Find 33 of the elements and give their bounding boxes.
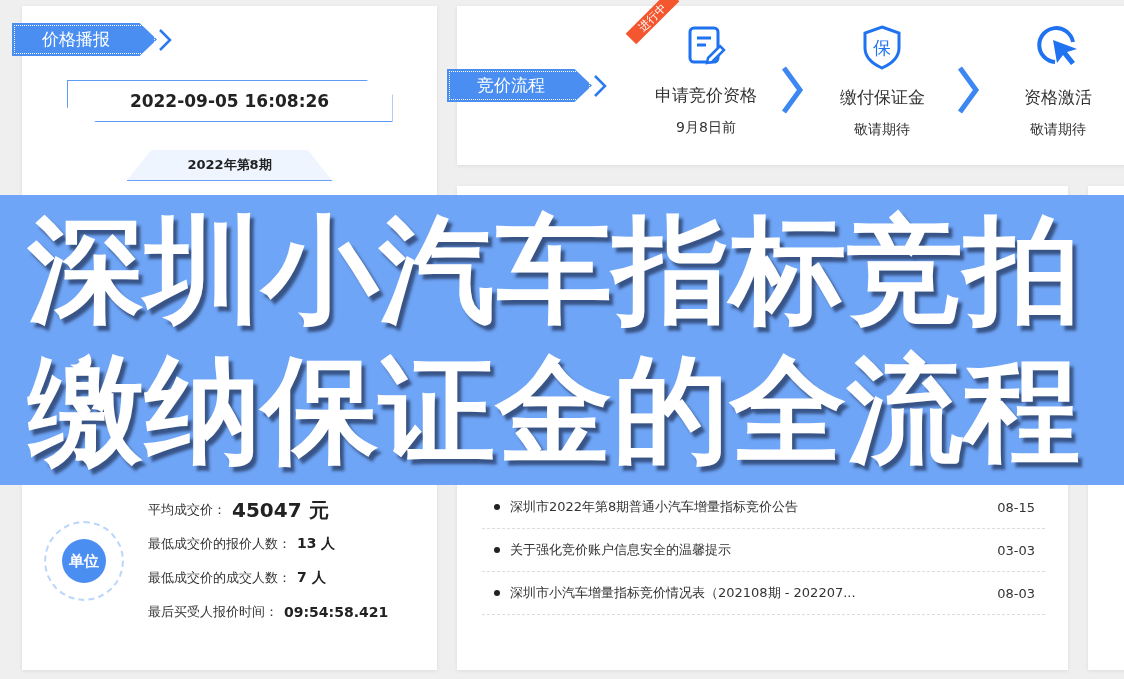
chevron-icon [592, 73, 608, 98]
stat-value: 7 人 [297, 569, 326, 587]
stat-value: 09:54:58.421 [284, 604, 389, 620]
stat-label: 平均成交价： [148, 501, 226, 519]
step-title: 资格激活 [1024, 86, 1092, 109]
bullet-icon [494, 547, 500, 553]
section-header: 价格播报 [12, 23, 157, 56]
announcement-link[interactable]: 深圳市2022年第8期普通小汽车增量指标竞价公告 [510, 498, 998, 516]
banner-title-line: 深圳小汽车指标竞拍 [28, 201, 1082, 339]
step-note: 敬请期待 [1030, 121, 1086, 139]
stat-label: 最低成交价的报价人数： [148, 535, 291, 553]
announcement-date: 03-03 [997, 542, 1035, 558]
announcement-date: 08-03 [997, 585, 1035, 601]
stat-label: 最后买受人报价时间： [148, 603, 278, 621]
announcement-link[interactable]: 关于强化竞价账户信息安全的温馨提示 [510, 541, 998, 559]
step-note: 敬请期待 [854, 121, 910, 139]
announcement-date: 08-15 [997, 499, 1035, 515]
stat-value: 13 人 [297, 535, 336, 553]
announcement-link[interactable]: 深圳市小汽车增量指标竞价情况表（202108期 - 202207... [510, 584, 998, 602]
banner-title-line: 缴纳保证金的全流程 [28, 341, 1082, 479]
step-title: 缴付保证金 [839, 86, 925, 109]
chevron-icon [157, 27, 173, 52]
period-label: 2022年第8期 [126, 150, 333, 181]
step-note: 9月8日前 [676, 119, 736, 137]
bullet-icon [494, 504, 500, 510]
section-header: 竞价流程 [447, 69, 592, 102]
datetime-display: 2022-09-05 16:08:26 [66, 80, 393, 122]
step-title: 申请竞价资格 [655, 84, 757, 107]
unit-badge: 单位 [62, 539, 106, 583]
stat-value: 45047 元 [232, 496, 329, 524]
stat-label: 最低成交价的成交人数： [148, 569, 291, 587]
status-tag: 进行中 [625, 0, 680, 45]
bullet-icon [494, 590, 500, 596]
